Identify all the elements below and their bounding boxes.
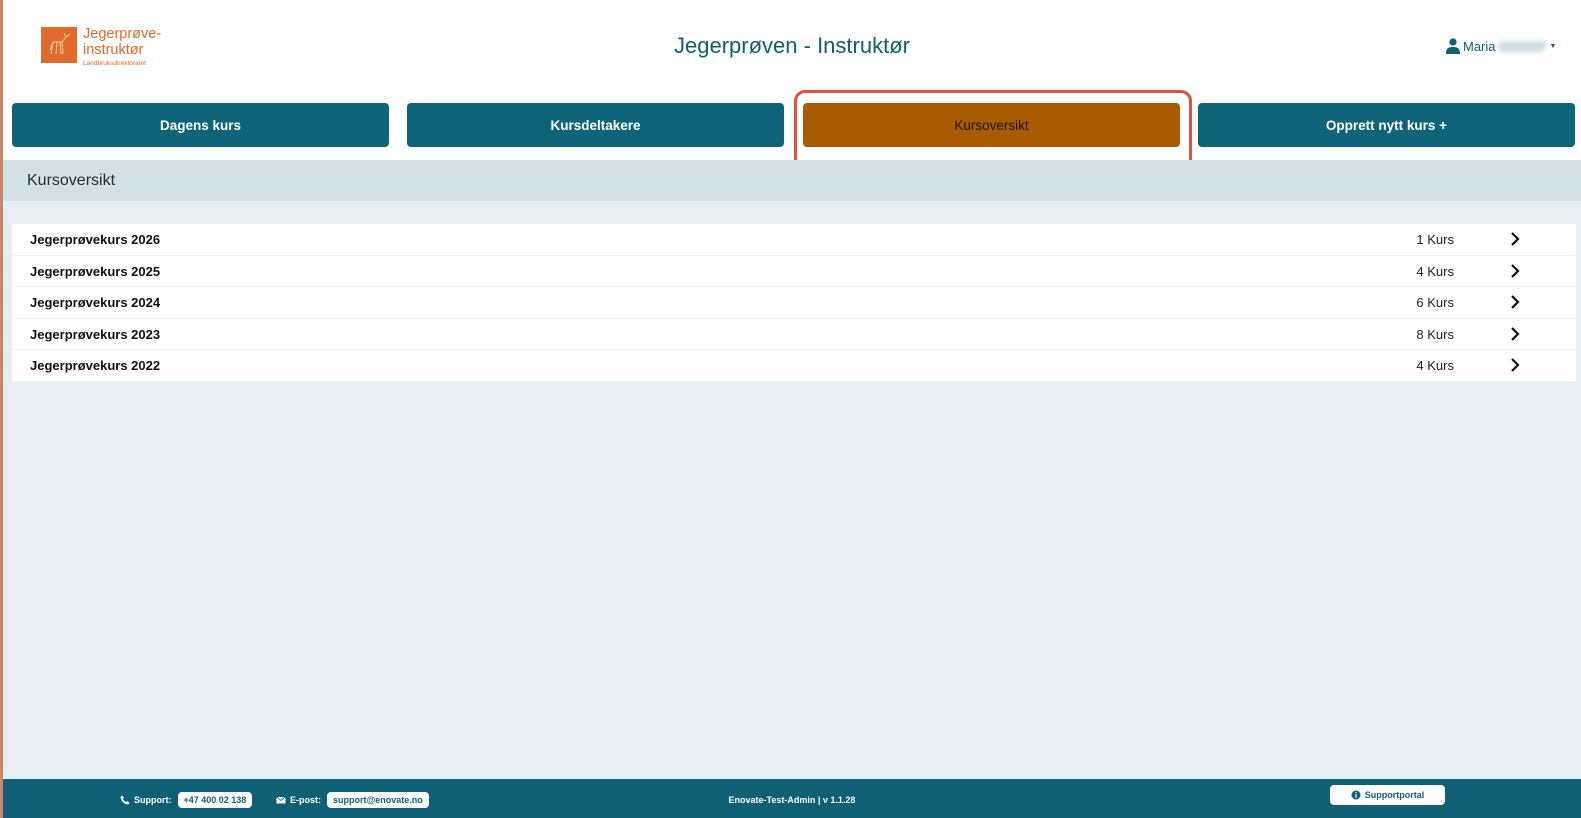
chevron-right-icon (1511, 295, 1520, 309)
highlight-annotation (794, 90, 1192, 170)
supportportal-button[interactable]: Supportportal (1330, 785, 1445, 805)
chevron-right-icon (1511, 358, 1520, 373)
user-menu[interactable]: Maria ▼ (1446, 38, 1556, 54)
course-count: 4 Kurs (1416, 263, 1454, 279)
chevron-right-icon (1511, 232, 1520, 246)
chevron-down-icon: ▼ (1549, 42, 1557, 50)
info-icon (1351, 790, 1361, 800)
section-header: Kursoversikt (3, 160, 1581, 201)
course-row[interactable]: Jegerprøvekurs 2026 1 Kurs (12, 224, 1576, 256)
course-count: 1 Kurs (1416, 232, 1454, 247)
supportportal-label: Supportportal (1364, 790, 1425, 800)
nav-kursdeltakere[interactable]: Kursdeltakere (407, 103, 784, 147)
user-surname-redacted (1497, 40, 1546, 52)
course-name: Jegerprøvekurs 2024 (30, 295, 161, 311)
footer: Support: +47 400 02 138 E-post: support@… (3, 779, 1581, 818)
chevron-right-icon (1511, 263, 1520, 278)
logo-subtitle: Landbruksdirektoratet (83, 60, 146, 67)
course-count: 6 Kurs (1416, 295, 1454, 311)
course-row[interactable]: Jegerprøvekurs 2025 4 Kurs (12, 255, 1576, 288)
user-icon (1446, 38, 1460, 54)
chevron-right-icon (1511, 327, 1520, 341)
course-name: Jegerprøvekurs 2025 (30, 263, 161, 279)
course-list: Jegerprøvekurs 2026 1 Kurs Jegerprøvekur… (12, 224, 1576, 382)
user-name: Maria (1463, 38, 1496, 54)
course-count: 4 Kurs (1416, 358, 1454, 374)
course-row[interactable]: Jegerprøvekurs 2024 6 Kurs (12, 287, 1576, 319)
nav-dagens-kurs[interactable]: Dagens kurs (12, 103, 389, 147)
course-row[interactable]: Jegerprøvekurs 2023 8 Kurs (12, 318, 1576, 351)
course-count: 8 Kurs (1416, 326, 1454, 342)
page-title: Jegerprøven - Instruktør (674, 33, 910, 58)
course-name: Jegerprøvekurs 2026 (30, 232, 161, 247)
course-name: Jegerprøvekurs 2022 (30, 358, 161, 374)
course-name: Jegerprøvekurs 2023 (30, 326, 161, 342)
course-row[interactable]: Jegerprøvekurs 2022 4 Kurs (12, 350, 1576, 382)
section-title: Kursoversikt (27, 172, 116, 189)
nav-opprett-nytt-kurs[interactable]: Opprett nytt kurs + (1198, 103, 1575, 147)
